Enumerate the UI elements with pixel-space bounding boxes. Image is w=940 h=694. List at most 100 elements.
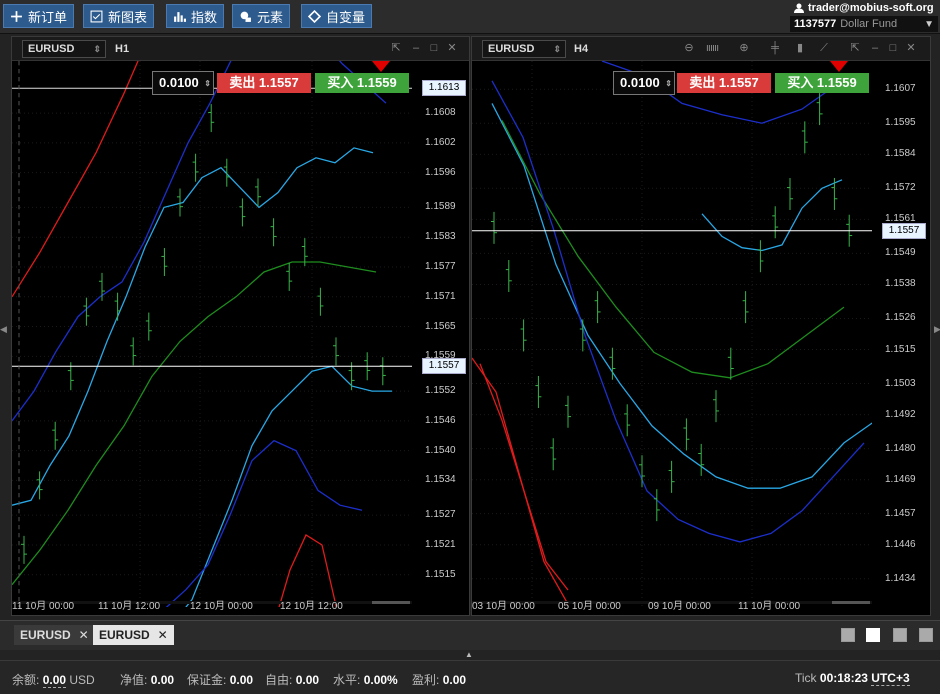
close-icon[interactable]: ✕: [905, 41, 917, 55]
price-tick-label: 1.1515: [885, 343, 916, 355]
close-tab-icon[interactable]: ✕: [158, 625, 168, 645]
margin-level: 水平: 0.00%: [333, 673, 398, 687]
zoom-in-icon[interactable]: ⊕: [738, 41, 750, 55]
price-tick-label: 1.1607: [885, 83, 916, 95]
timeframe-label[interactable]: H1: [115, 43, 129, 55]
symbol-select[interactable]: EURUSD ⇕: [22, 40, 106, 58]
price-tick-label: 1.1526: [885, 312, 916, 324]
price-tick-label: 1.1538: [885, 278, 916, 290]
layout-single-icon[interactable]: [841, 628, 855, 642]
zoom-out-icon[interactable]: ⊖: [683, 41, 695, 55]
dropdown-icon: ▼: [924, 18, 934, 30]
popout-icon[interactable]: ⇱: [390, 41, 402, 55]
lot-size-input[interactable]: 0.0100 ⇕: [613, 71, 675, 95]
price-tick-label: 1.1540: [425, 444, 456, 456]
price-plot[interactable]: [12, 61, 412, 607]
close-tab-icon[interactable]: ✕: [79, 625, 89, 645]
app-window: 新订单 新图表 指数 元素 自变量 trader@mobius-soft.org…: [0, 0, 940, 694]
price-tick-label: 1.1469: [885, 473, 916, 485]
price-tick-label: 1.1480: [885, 442, 916, 454]
chart-svg: [12, 61, 412, 607]
price-tick-label: 1.1446: [885, 538, 916, 550]
lot-size-input[interactable]: 0.0100 ⇕: [152, 71, 214, 95]
sell-button[interactable]: 卖出 1.1557: [677, 73, 771, 93]
candle-chart-type-icon[interactable]: ▮: [794, 41, 806, 55]
new-order-button[interactable]: 新订单: [3, 4, 75, 28]
layout-vertical-icon[interactable]: [893, 628, 907, 642]
grid: [472, 61, 872, 607]
zoom-slider[interactable]: ıııııı: [701, 41, 723, 55]
price-tick-label: 1.1565: [425, 320, 456, 332]
buy-button[interactable]: 买入 1.1559: [315, 73, 409, 93]
price-axis[interactable]: 1.1607 1.1595 1.1584 1.1572 1.1561 1.1549 1.15…: [872, 61, 930, 607]
maximize-icon[interactable]: □: [428, 41, 440, 55]
moving-average-line: [12, 261, 377, 586]
chart-tab[interactable]: EURUSD ✕: [14, 625, 95, 645]
price-tick-label: 1.1457: [885, 507, 916, 519]
timeframe-label[interactable]: H4: [574, 43, 588, 55]
sell-button[interactable]: 卖出 1.1557: [217, 73, 311, 93]
time-tick-label: 12 10月 12:00: [280, 601, 343, 612]
timezone-select[interactable]: UTC+3: [871, 671, 910, 686]
symbol-select[interactable]: EURUSD ⇕: [482, 40, 566, 58]
expand-panel-icon[interactable]: ▲: [465, 650, 473, 659]
lower-red-tail: [479, 363, 569, 591]
plus-icon: [11, 10, 22, 22]
price-tick-label: 1.1434: [885, 572, 916, 584]
buy-button[interactable]: 买入 1.1559: [775, 73, 869, 93]
line-chart-type-icon[interactable]: ⟋: [818, 41, 830, 55]
price-plot[interactable]: [472, 61, 872, 607]
chart-header: EURUSD ⇕ H1 ⇱ – □ ✕: [12, 37, 469, 61]
popout-icon[interactable]: ⇱: [849, 41, 861, 55]
spinner-icon[interactable]: ⇕: [665, 73, 672, 95]
price-tick-label: 1.1527: [425, 509, 456, 521]
maximize-icon[interactable]: □: [887, 41, 899, 55]
time-axis[interactable]: 03 10月 00:00 05 10月 00:00 09 10月 00:00 11 1…: [472, 593, 930, 615]
right-collapse-icon[interactable]: ▶: [934, 322, 940, 336]
chart-header: EURUSD ⇕ H4 ⊖ ıııııı ⊕ ╪ ▮ ⟋ ⇱ – □ ✕: [472, 37, 930, 61]
mid-band-lower: [185, 365, 392, 607]
indicators-button[interactable]: 指数: [166, 4, 225, 28]
price-tick-label: 1.1571: [425, 290, 456, 302]
layout-grid-icon[interactable]: [866, 628, 880, 642]
account-info[interactable]: trader@mobius-soft.org 1137577 Dollar Fu…: [790, 0, 938, 32]
bar-chart-type-icon[interactable]: ╪: [769, 41, 781, 55]
new-chart-button[interactable]: 新图表: [83, 4, 155, 28]
time-tick-label: 11 10月 12:00: [98, 601, 161, 612]
price-tick-label: 1.1583: [425, 231, 456, 243]
minimize-icon[interactable]: –: [410, 41, 422, 55]
price-tick-label: 1.1546: [425, 414, 456, 426]
mid-band-upper: [491, 103, 872, 489]
account-fund[interactable]: 1137577 Dollar Fund ▼: [790, 16, 938, 32]
price-tag: 1.1557: [422, 358, 466, 375]
balance: 余额: 0.00 USD: [12, 673, 95, 688]
diamond-icon: [308, 9, 321, 23]
alert-marker-icon[interactable]: [830, 61, 848, 72]
time-tick-label: 03 10月 00:00: [472, 601, 535, 612]
minimize-icon[interactable]: –: [869, 41, 881, 55]
lot-value: 0.0100: [620, 75, 660, 90]
price-tick-label: 1.1492: [885, 408, 916, 420]
bar-chart-icon: [174, 11, 186, 22]
mid-band-lower: [701, 179, 843, 252]
close-icon[interactable]: ✕: [446, 41, 458, 55]
layout-horizontal-icon[interactable]: [919, 628, 933, 642]
shapes-icon: [240, 11, 251, 22]
chart-tab-active[interactable]: EURUSD ✕: [93, 625, 174, 645]
grid: [12, 61, 412, 607]
updown-icon: ⇕: [93, 44, 101, 54]
time-axis[interactable]: 11 10月 00:00 11 10月 12:00 12 10月 00:00 12 1…: [12, 593, 469, 615]
price-tick-label: 1.1549: [885, 247, 916, 259]
price-axis[interactable]: 1.1608 1.1602 1.1596 1.1589 1.1583 1.1577 1.15…: [412, 61, 469, 607]
objects-button[interactable]: 元素: [232, 4, 291, 28]
spinner-icon[interactable]: ⇕: [204, 73, 211, 95]
price-tick-label: 1.1534: [425, 474, 456, 486]
price-tick-label: 1.1577: [425, 260, 456, 272]
updown-icon: ⇕: [553, 44, 561, 54]
alert-marker-icon[interactable]: [372, 61, 390, 72]
price-tick-label: 1.1572: [885, 182, 916, 194]
price-tick-label: 1.1596: [425, 166, 456, 178]
left-collapse-icon[interactable]: ◀: [0, 322, 7, 336]
moving-average-line: [501, 120, 845, 379]
variables-button[interactable]: 自变量: [301, 4, 373, 28]
